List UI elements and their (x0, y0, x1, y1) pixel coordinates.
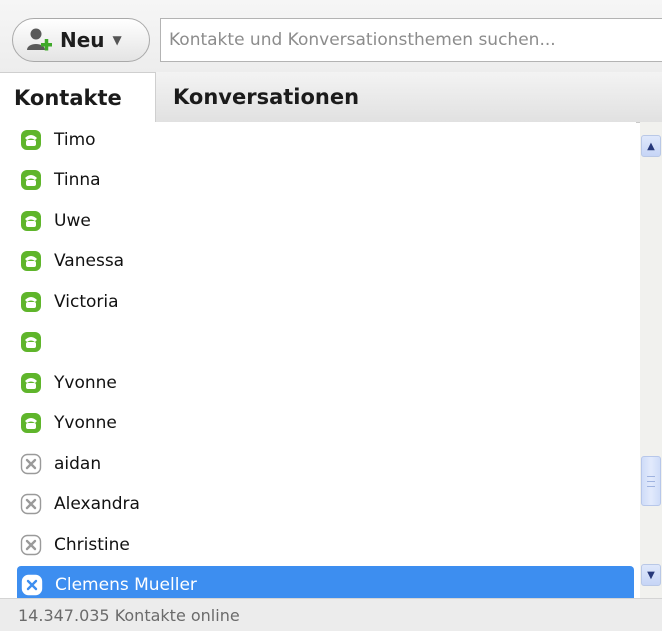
online-status-icon (20, 210, 42, 232)
search-input[interactable] (160, 18, 662, 62)
new-button-label: Neu (60, 28, 105, 52)
contact-row[interactable]: Clemens Mueller (17, 565, 634, 598)
contact-row[interactable]: Yvonne (16, 404, 634, 443)
contact-name: Tinna (54, 170, 101, 190)
contact-name: Vanessa (54, 251, 125, 271)
tab-contacts[interactable]: Kontakte (0, 72, 156, 123)
scroll-up-button[interactable]: ▲ (641, 135, 661, 157)
online-status-icon (20, 372, 42, 394)
contact-name: Timo (54, 129, 96, 150)
contact-row[interactable]: aidan (16, 444, 634, 483)
contact-row[interactable]: Victoria (16, 282, 634, 321)
contact-name: Clemens Mueller (55, 575, 197, 595)
contact-name: Victoria (54, 291, 119, 312)
toolbar: Neu ▼ (0, 0, 662, 80)
contact-row[interactable]: Timo (16, 122, 634, 159)
online-count-text: 14.347.035 Kontakte online (18, 605, 240, 625)
contact-list: Timo Tinna Uwe Vanessa Victoria Yvonne Yvonne a… (0, 122, 636, 598)
new-button[interactable]: Neu ▼ (12, 18, 150, 62)
offline-status-icon (20, 534, 42, 556)
tab-bar: Kontakte Konversationen (0, 72, 662, 123)
contact-row[interactable]: Alexandra (16, 485, 634, 524)
scroll-thumb[interactable] (641, 456, 661, 506)
contact-row[interactable]: Vanessa (16, 242, 634, 281)
offline-status-icon (21, 574, 43, 596)
add-contact-icon (25, 26, 53, 54)
contact-name: Uwe (54, 210, 91, 231)
contact-row[interactable]: Uwe (16, 201, 634, 240)
contact-row[interactable]: Yvonne (16, 363, 634, 402)
contact-row[interactable]: Tinna (16, 161, 634, 200)
contact-name: Yvonne (54, 372, 117, 393)
online-status-icon (20, 169, 42, 191)
online-status-icon (20, 291, 42, 313)
offline-status-icon (20, 493, 42, 515)
chevron-down-icon: ▼ (112, 33, 122, 47)
contact-name: Yvonne (54, 413, 117, 433)
online-status-icon (20, 412, 42, 434)
online-status-icon (20, 129, 42, 151)
scrollbar[interactable]: ▲ ▼ (640, 122, 662, 598)
online-status-icon (20, 250, 42, 272)
scroll-down-button[interactable]: ▼ (641, 564, 661, 586)
contact-name: aidan (54, 453, 102, 474)
online-status-icon (20, 331, 42, 353)
contact-row[interactable] (16, 323, 634, 362)
status-bar: 14.347.035 Kontakte online (0, 598, 662, 631)
contact-row[interactable]: Christine (16, 525, 634, 564)
tab-conversations[interactable]: Konversationen (157, 72, 662, 122)
offline-status-icon (20, 453, 42, 475)
contact-name: Christine (54, 534, 130, 555)
contact-name: Alexandra (54, 494, 140, 514)
